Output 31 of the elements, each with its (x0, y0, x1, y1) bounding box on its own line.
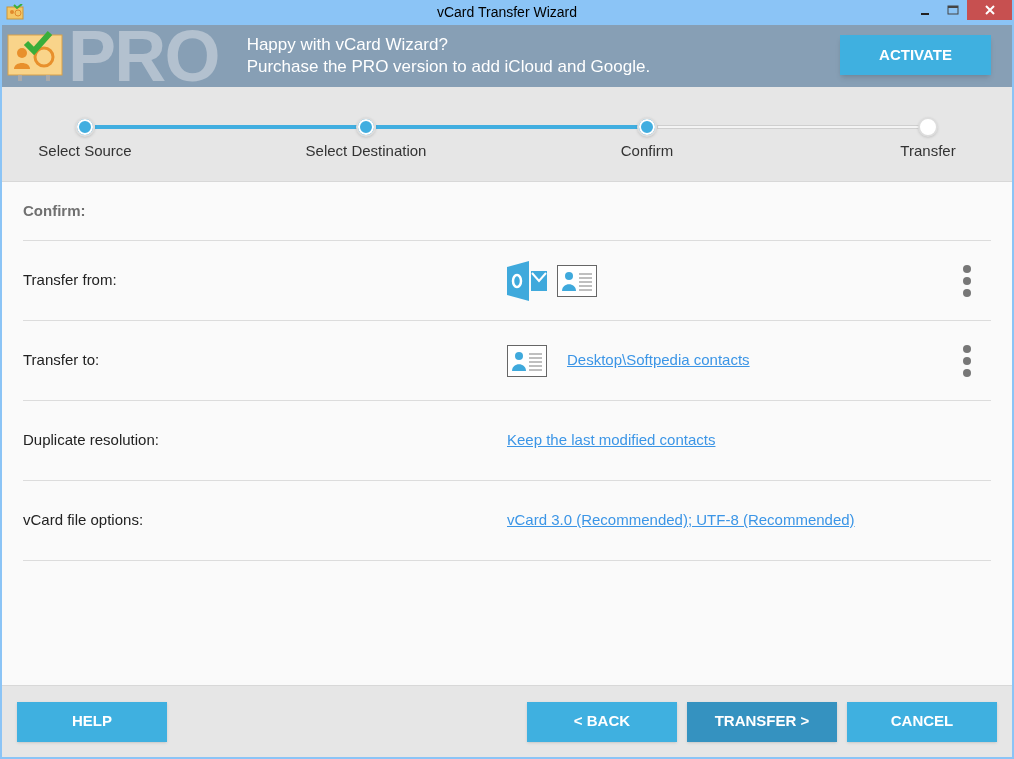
contact-card-icon (557, 264, 597, 297)
app-icon (6, 4, 24, 20)
banner-text: Happy with vCard Wizard? (246, 34, 449, 56)
mail-app-icon (507, 260, 547, 301)
step-label: Confirm (620, 141, 674, 161)
wizard-button[interactable]: < BACK (527, 701, 677, 742)
contact-card-icon (507, 344, 547, 377)
more-options-icon[interactable] (962, 344, 972, 377)
field-label: Duplicate resolution: (23, 430, 160, 451)
maximize-icon (947, 5, 959, 15)
step-label: Select Destination (305, 141, 427, 161)
contact-card-icon (6, 29, 64, 83)
close-button[interactable] (967, 0, 1012, 20)
banner-text: Purchase the PRO version to add iCloud and Google. (246, 56, 651, 78)
wizard-button[interactable]: HELP (17, 701, 167, 742)
minimize-icon (921, 13, 929, 15)
link[interactable]: vCard 3.0 (Recommended); UTF-8 (Recommended) (507, 509, 855, 532)
window-title: vCard Transfer Wizard (436, 3, 577, 22)
step-label: Transfer (900, 141, 956, 161)
link[interactable]: Desktop\Softpedia contacts (567, 349, 750, 372)
field-label: Transfer to: (23, 350, 101, 371)
activate-button[interactable]: ACTIVATE (840, 35, 991, 75)
link[interactable]: Keep the last modified contacts (507, 429, 716, 452)
wizard-button[interactable]: CANCEL (847, 701, 997, 742)
close-icon (984, 5, 995, 15)
wizard-button[interactable]: TRANSFER > (687, 701, 837, 742)
step-label: Select Source (38, 141, 132, 161)
field-label: Transfer from: (23, 270, 118, 291)
section-title: Confirm: (23, 200, 86, 221)
field-label: vCard file options: (23, 510, 145, 531)
more-options-icon[interactable] (962, 264, 972, 297)
